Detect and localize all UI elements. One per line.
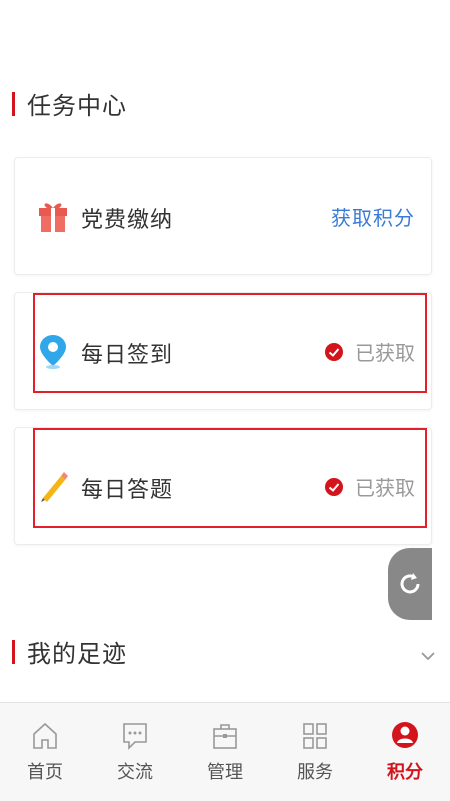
- status-obtained: 已获取: [325, 472, 415, 501]
- status-text: 已获取: [355, 341, 415, 365]
- tab-label: 交流: [117, 762, 153, 783]
- briefcase-icon: [213, 724, 237, 749]
- tab-label: 管理: [207, 762, 243, 783]
- check-circle-icon: [325, 342, 343, 361]
- section-accent-bar: [12, 91, 15, 116]
- grid-icon: [303, 723, 327, 749]
- task-card-daily-checkin[interactable]: 每日签到 已获取: [14, 292, 432, 410]
- section-accent-bar: [12, 639, 15, 664]
- chat-icon: [123, 723, 147, 750]
- tab-label: 服务: [297, 762, 333, 783]
- tab-label: 首页: [27, 762, 63, 783]
- status-obtained: 已获取: [325, 337, 415, 366]
- refresh-button[interactable]: [388, 548, 432, 620]
- get-points-link[interactable]: 获取积分: [331, 202, 415, 231]
- task-card-daily-quiz[interactable]: 每日答题 已获取: [14, 427, 432, 545]
- bottom-tab-bar: 首页 交流 管理 服务 积分: [0, 702, 450, 801]
- task-label: 党费缴纳: [81, 208, 174, 233]
- location-pin-icon: [40, 335, 66, 369]
- tab-chat[interactable]: 交流: [90, 703, 180, 801]
- status-text: 已获取: [355, 476, 415, 500]
- task-label: 每日答题: [81, 478, 174, 503]
- tab-service[interactable]: 服务: [270, 703, 360, 801]
- chevron-down-icon[interactable]: [420, 650, 436, 662]
- task-label: 每日签到: [81, 343, 174, 368]
- pencil-icon: [41, 472, 68, 502]
- tab-manage[interactable]: 管理: [180, 703, 270, 801]
- section-title: 任务中心: [27, 92, 127, 120]
- refresh-icon: [400, 573, 420, 594]
- tab-home[interactable]: 首页: [0, 703, 90, 801]
- tab-label: 积分: [387, 762, 423, 783]
- home-icon: [33, 722, 57, 749]
- gift-icon: [39, 203, 67, 232]
- user-badge-icon: [392, 722, 418, 748]
- task-card-party-fee[interactable]: 党费缴纳 获取积分: [14, 157, 432, 275]
- tab-points[interactable]: 积分: [360, 703, 450, 801]
- check-circle-icon: [325, 477, 343, 496]
- footprint-header: 我的足迹: [12, 634, 127, 669]
- task-center-header: 任务中心: [12, 86, 127, 121]
- section-title: 我的足迹: [27, 640, 127, 668]
